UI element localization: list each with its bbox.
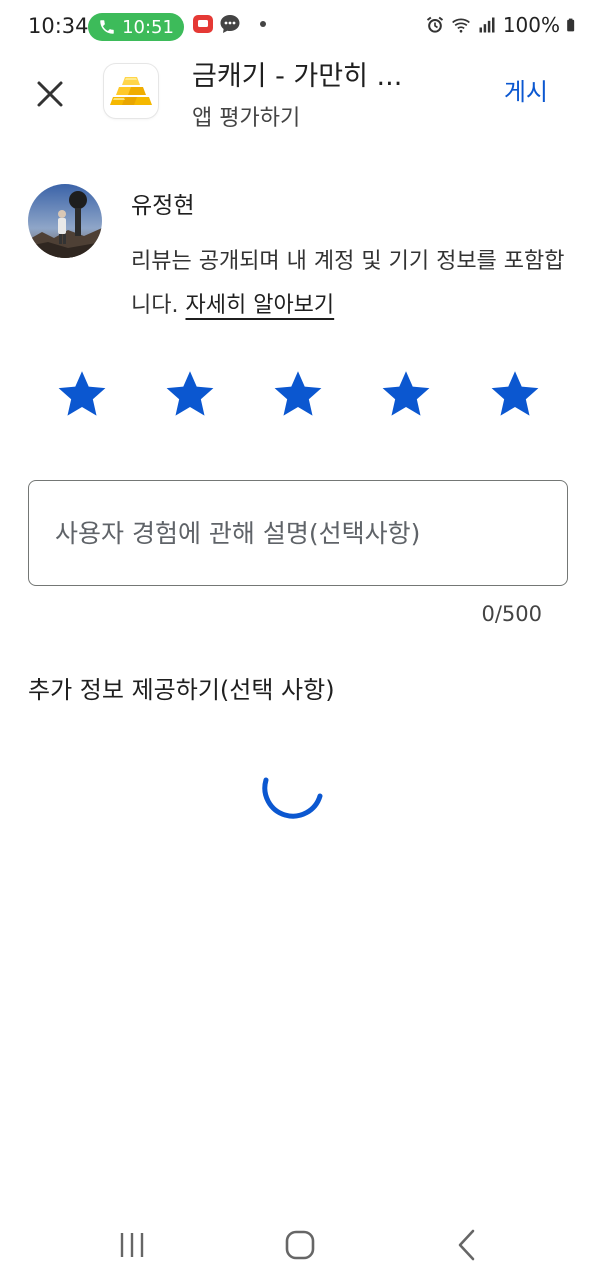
- back-icon[interactable]: [446, 1223, 490, 1267]
- phone-icon: [100, 20, 114, 34]
- review-text-field[interactable]: [28, 480, 568, 586]
- extra-info-heading: 추가 정보 제공하기(선택 사항): [28, 676, 335, 704]
- learn-more-link[interactable]: 자세히 알아보기: [185, 293, 334, 318]
- character-count: 0/500: [481, 602, 542, 626]
- page-subtitle: 앱 평가하기: [192, 106, 301, 131]
- call-timer: 10:51: [122, 16, 174, 38]
- alarm-icon: [426, 16, 443, 33]
- star-3-icon[interactable]: [272, 368, 324, 420]
- battery-percent: 100%: [502, 13, 560, 37]
- system-nav-bar: [0, 1203, 600, 1287]
- star-1-icon[interactable]: [56, 368, 108, 420]
- status-right: 100%: [425, 13, 580, 37]
- status-bar: 10:34 10:51 100%: [0, 0, 600, 54]
- close-button[interactable]: [26, 70, 74, 118]
- review-notice: 리뷰는 공개되며 내 계정 및 기기 정보를 포함합니다. 자세히 알아보기: [131, 240, 571, 328]
- app-title: 금캐기 - 가만히 ...: [192, 61, 403, 92]
- status-time: 10:34: [28, 14, 89, 38]
- review-input[interactable]: [29, 481, 567, 585]
- battery-icon: [567, 18, 575, 32]
- app-notification-icon: [193, 15, 213, 33]
- star-rating: [30, 368, 570, 428]
- reviewer-name: 유정현: [131, 193, 195, 219]
- avatar: [28, 184, 102, 258]
- star-2-icon[interactable]: [164, 368, 216, 420]
- app-icon: [104, 64, 158, 118]
- review-screen: 10:34 10:51 100% 금캐기 - 가만히 ... 앱 평가하기 게시…: [0, 0, 600, 1287]
- star-4-icon[interactable]: [380, 368, 432, 420]
- signal-icon: [479, 17, 495, 33]
- close-icon: [37, 81, 63, 107]
- notification-icons: [192, 13, 266, 35]
- loading-spinner-icon: [262, 777, 323, 819]
- review-header: 금캐기 - 가만히 ... 앱 평가하기 게시: [0, 54, 600, 134]
- ongoing-call-pill[interactable]: 10:51: [88, 13, 184, 41]
- star-5-icon[interactable]: [489, 368, 541, 420]
- recent-apps-icon[interactable]: [110, 1223, 154, 1267]
- more-notifications-dot: [260, 21, 266, 27]
- wifi-icon: [451, 18, 470, 33]
- post-button[interactable]: 게시: [504, 72, 548, 107]
- avatar-photo: [28, 184, 102, 258]
- home-icon[interactable]: [278, 1223, 322, 1267]
- gold-bars-icon: [110, 77, 152, 105]
- chat-bubble-icon: [220, 15, 240, 33]
